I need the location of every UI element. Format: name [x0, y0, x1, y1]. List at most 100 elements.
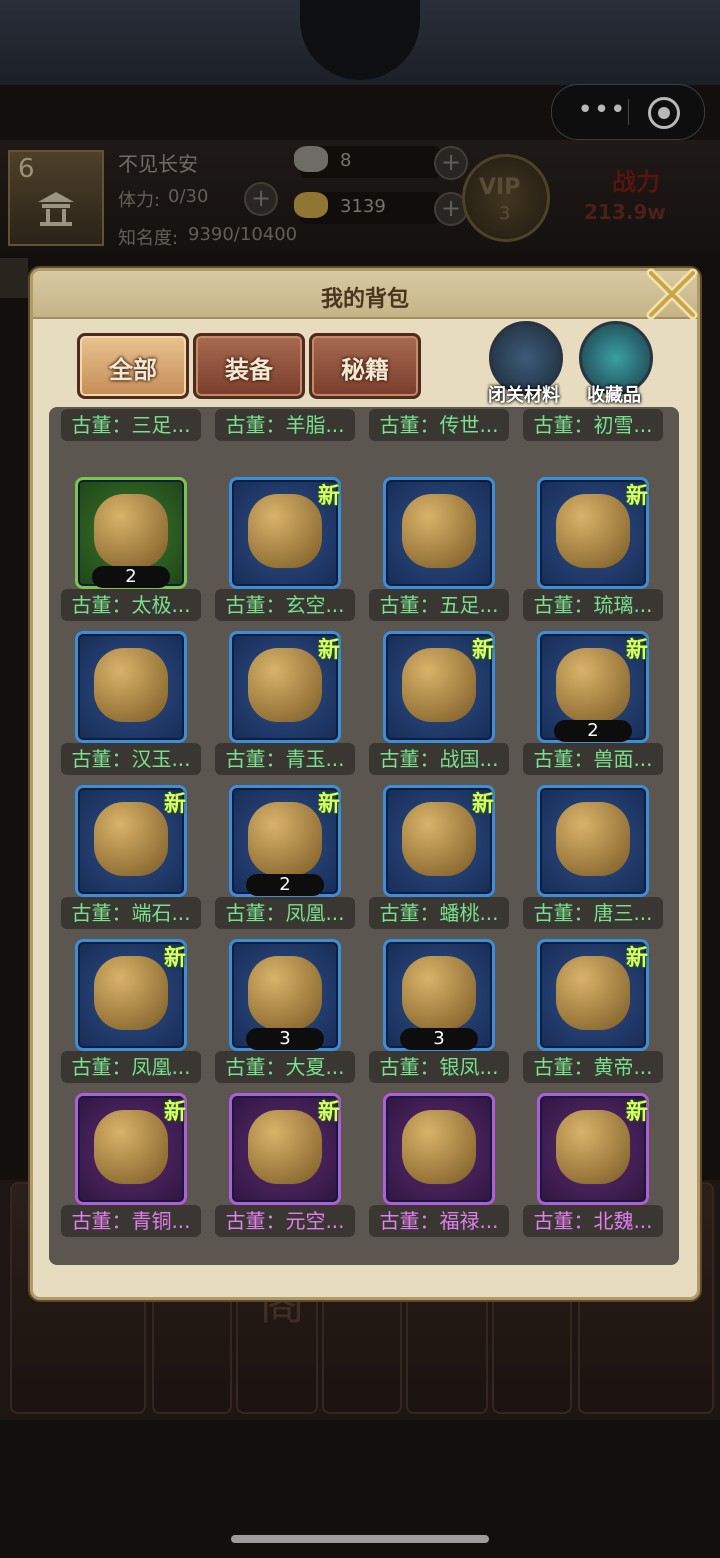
- item-name: 古董：黄帝...: [523, 1051, 663, 1083]
- inventory-item[interactable]: 新古董：元空...: [215, 1093, 355, 1247]
- item-frame: 新: [383, 631, 495, 743]
- inventory-item[interactable]: 新古董：凤凰...: [61, 939, 201, 1093]
- item-frame: 新: [537, 939, 649, 1051]
- inventory-item[interactable]: 新 2 古董：兽面...: [523, 631, 663, 785]
- item-name: 古董：北魏...: [523, 1205, 663, 1237]
- item-name: 古董：元空...: [215, 1205, 355, 1237]
- inventory-item[interactable]: 新 2 古董：凤凰...: [215, 785, 355, 939]
- jade-shard-icon: [248, 802, 322, 876]
- new-badge: 新: [317, 484, 340, 509]
- seal-pendant-icon: [402, 648, 476, 722]
- item-frame: [383, 1093, 495, 1205]
- retreat-materials-button[interactable]: 闭关材料: [485, 321, 563, 406]
- peach-vase-icon: [402, 802, 476, 876]
- item-frame: 新: [229, 631, 341, 743]
- collectibles-label: 收藏品: [587, 385, 641, 406]
- inventory-item[interactable]: 2 古董：太极...: [61, 477, 201, 631]
- inventory-item[interactable]: 新古董：青玉...: [215, 631, 355, 785]
- item-name: 古董：初雪...: [523, 409, 663, 441]
- item-name: 古董：大夏...: [215, 1051, 355, 1083]
- hairpin-icon: [402, 956, 476, 1030]
- inventory-item[interactable]: 古董：传世...: [369, 407, 509, 451]
- item-name: 古董：玄空...: [215, 589, 355, 621]
- inventory-item[interactable]: 古董：五足...: [369, 477, 509, 631]
- inventory-item[interactable]: 新古董：战国...: [369, 631, 509, 785]
- item-quantity: 2: [554, 720, 632, 742]
- inventory-item[interactable]: 新古董：北魏...: [523, 1093, 663, 1247]
- bronze-tree-icon: [94, 1110, 168, 1184]
- item-frame: 新2: [537, 631, 649, 743]
- bamboo-scroll-icon: [556, 956, 630, 1030]
- jade-ruyi-icon: [94, 648, 168, 722]
- inventory-item[interactable]: 3 古董：大夏...: [215, 939, 355, 1093]
- item-name: 古董：福禄...: [369, 1205, 509, 1237]
- item-frame: 新: [537, 1093, 649, 1205]
- inventory-item[interactable]: 新古董：端石...: [61, 785, 201, 939]
- tab-equipment[interactable]: 装备: [193, 333, 305, 399]
- inventory-item[interactable]: 古董：羊脂...: [215, 407, 355, 451]
- item-name: 古董：凤凰...: [61, 1051, 201, 1083]
- new-badge: 新: [317, 638, 340, 663]
- inventory-item[interactable]: 古董：汉玉...: [61, 631, 201, 785]
- item-frame: [75, 631, 187, 743]
- inventory-item[interactable]: 古董：初雪...: [523, 407, 663, 451]
- tab-all[interactable]: 全部: [77, 333, 189, 399]
- inventory-item[interactable]: 新古董：琉璃...: [523, 477, 663, 631]
- item-frame: [383, 477, 495, 589]
- inventory-item[interactable]: 古董：唐三...: [523, 785, 663, 939]
- tab-label: 秘籍: [341, 356, 389, 384]
- item-name: 古董：战国...: [369, 743, 509, 775]
- new-badge: 新: [625, 638, 648, 663]
- item-name: 古董：凤凰...: [215, 897, 355, 929]
- item-name: 古董：汉玉...: [61, 743, 201, 775]
- item-frame: 新: [537, 477, 649, 589]
- inventory-item[interactable]: 古董：三足...: [61, 407, 201, 451]
- tab-manuals[interactable]: 秘籍: [309, 333, 421, 399]
- item-frame: [537, 785, 649, 897]
- jade-bangle-icon: [248, 648, 322, 722]
- tab-label: 全部: [109, 356, 157, 384]
- item-name: 古董：太极...: [61, 589, 201, 621]
- backpack-panel: 我的背包 全部 装备 秘籍 闭关材料 收藏品 古董：三足... 古董：羊脂... 古…: [30, 268, 700, 1300]
- item-name: 古董：兽面...: [523, 743, 663, 775]
- inventory-item[interactable]: 新古董：青铜...: [61, 1093, 201, 1247]
- item-frame: 新: [229, 477, 341, 589]
- new-badge: 新: [471, 638, 494, 663]
- item-frame: 新2: [229, 785, 341, 897]
- item-frame: 新: [383, 785, 495, 897]
- item-frame: 新: [75, 785, 187, 897]
- collectibles-button[interactable]: 收藏品: [575, 321, 653, 406]
- bamboo-frame-icon: [94, 494, 168, 568]
- close-icon[interactable]: [643, 265, 701, 323]
- inventory-item[interactable]: 新古董：玄空...: [215, 477, 355, 631]
- pearl-jar-icon: [94, 956, 168, 1030]
- bronze-censer-icon: [402, 494, 476, 568]
- figurine-icon: [556, 802, 630, 876]
- item-name: 古董：端石...: [61, 897, 201, 929]
- beast-mask-icon: [556, 648, 630, 722]
- gong-icon: [248, 494, 322, 568]
- inventory-item[interactable]: 古董：福禄...: [369, 1093, 509, 1247]
- goblet-icon: [556, 494, 630, 568]
- item-grid[interactable]: 古董：三足... 古董：羊脂... 古董：传世... 古董：初雪... 2 古董：太极..…: [49, 407, 679, 1265]
- retreat-materials-label: 闭关材料: [488, 385, 560, 406]
- item-name: 古董：唐三...: [523, 897, 663, 929]
- inventory-item[interactable]: 新古董：黄帝...: [523, 939, 663, 1093]
- item-name: 古董：传世...: [369, 409, 509, 441]
- item-quantity: 3: [246, 1028, 324, 1050]
- inventory-item[interactable]: 新古董：蟠桃...: [369, 785, 509, 939]
- figurine-icon: [556, 1110, 630, 1184]
- gong-icon: [248, 1110, 322, 1184]
- inkstone-icon: [94, 802, 168, 876]
- item-frame: 新: [75, 1093, 187, 1205]
- new-badge: 新: [163, 946, 186, 971]
- new-badge: 新: [163, 1100, 186, 1125]
- item-name: 古董：银凤...: [369, 1051, 509, 1083]
- new-badge: 新: [471, 792, 494, 817]
- item-quantity: 2: [92, 566, 170, 588]
- inventory-item[interactable]: 3 古董：银凤...: [369, 939, 509, 1093]
- item-frame: 3: [383, 939, 495, 1051]
- new-badge: 新: [625, 1100, 648, 1125]
- new-badge: 新: [625, 484, 648, 509]
- item-name: 古董：青铜...: [61, 1205, 201, 1237]
